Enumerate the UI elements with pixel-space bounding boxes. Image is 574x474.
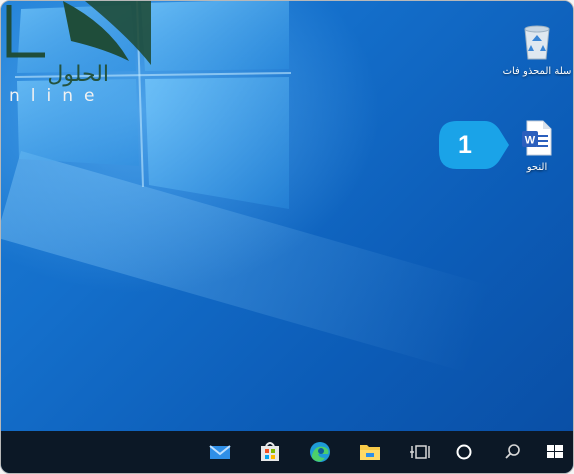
step-callout: 1 [437,119,511,171]
search-icon [505,444,520,459]
recycle-bin-icon [524,25,550,60]
desktop-icon-word-document[interactable]: W النحو [501,119,573,174]
desktop[interactable]: الحلول nline سلة المحذو فات W النحو 1 [1,1,573,431]
taskbar-store-button[interactable] [257,439,283,465]
word-document-icon: W [522,120,552,156]
file-explorer-icon [360,445,380,460]
cortana-icon [456,444,472,460]
desktop-icon-recycle-bin[interactable]: سلة المحذو فات [501,23,573,78]
store-icon [261,442,279,461]
taskbar-mail-button[interactable] [207,439,233,465]
mail-icon [209,445,231,459]
word-document-label: النحو [526,162,548,173]
recycle-bin-label: سلة المحذو فات [502,66,572,77]
start-icon [547,445,563,458]
word-badge-letter: W [525,135,536,147]
taskbar-edge-button[interactable] [307,439,333,465]
watermark-logo: الحلول nline [6,1,151,106]
taskbar-file-explorer-button[interactable] [357,439,383,465]
taskbar-cortana-button[interactable] [451,439,477,465]
taskbar-task-view-button[interactable] [407,439,433,465]
callout-number: 1 [458,131,472,159]
watermark-arabic-text: الحلول [47,62,109,87]
taskbar [1,431,573,473]
edge-icon [310,442,330,462]
task-view-icon [410,445,430,459]
screen-frame: الحلول nline سلة المحذو فات W النحو 1 [0,0,574,474]
taskbar-search-button[interactable] [500,439,526,465]
watermark-latin-text: nline [9,86,105,106]
taskbar-start-button[interactable] [542,439,568,465]
